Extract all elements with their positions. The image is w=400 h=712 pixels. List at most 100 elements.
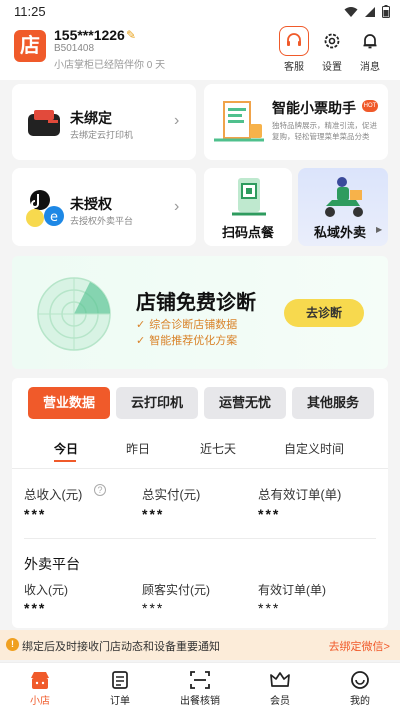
- scan-order-card[interactable]: 扫码点餐: [204, 168, 292, 246]
- store-days-text: 小店掌柜已经陪伴你 0 天: [54, 60, 166, 71]
- crown-icon: [250, 668, 310, 692]
- diagnosis-banner[interactable]: 店铺免费诊断 ✓ 综合诊断店铺数据 ✓ 智能推荐优化方案 去诊断: [12, 256, 388, 369]
- status-icons: [344, 5, 390, 18]
- nav-shop[interactable]: 小店: [10, 668, 70, 707]
- gear-icon: [317, 26, 347, 56]
- messages-button[interactable]: 消息: [350, 26, 390, 73]
- diagnosis-line-2-text: 智能推荐优化方案: [149, 335, 238, 347]
- receipt-illustration-icon: [214, 101, 264, 142]
- signal-icon: [365, 6, 375, 17]
- diagnosis-line-2: ✓ 智能推荐优化方案: [136, 332, 237, 348]
- tab-operations[interactable]: 运营无忧: [204, 387, 286, 419]
- delivery-scooter-icon: [325, 177, 363, 217]
- metric-total-income-label: 总收入(元): [24, 488, 83, 502]
- nav-shop-label: 小店: [30, 696, 50, 707]
- metric-total-paid-label: 总实付(元): [142, 488, 201, 502]
- platform-income-value: ***: [24, 600, 47, 616]
- business-data-card: 营业数据 云打印机 运营无忧 其他服务 今日 昨日 近七天 自定义时间 总收入(…: [12, 378, 388, 628]
- metric-total-paid-value: ***: [142, 506, 165, 522]
- store-name: 155***1226: [54, 27, 125, 43]
- platform-paid-label: 顾客实付(元): [142, 583, 210, 597]
- diagnose-button[interactable]: 去诊断: [284, 299, 364, 327]
- radar-icon: [37, 277, 111, 351]
- bottom-nav: 小店 订单 出餐核销 会员 我的: [0, 662, 400, 712]
- messages-label: 消息: [360, 62, 380, 73]
- divider: [24, 538, 376, 539]
- settings-label: 设置: [322, 62, 342, 73]
- printer-icon: [28, 110, 60, 136]
- printer-sub: 去绑定云打印机: [70, 130, 134, 140]
- private-delivery-title: 私域外卖: [313, 225, 366, 240]
- diagnosis-line-1: ✓ 综合诊断店铺数据: [136, 316, 237, 332]
- headset-icon: [279, 26, 309, 56]
- wifi-icon: [344, 6, 358, 17]
- diagnosis-line-1-text: 综合诊断店铺数据: [149, 319, 238, 331]
- platform-orders-label: 有效订单(单): [258, 583, 326, 597]
- metric-total-orders-label: 总有效订单(单): [258, 488, 342, 502]
- divider: [12, 468, 388, 469]
- receipt-assistant-title: 智能小票助手: [272, 100, 356, 116]
- qr-code-icon: [232, 178, 266, 216]
- nav-verify[interactable]: 出餐核销: [170, 668, 230, 707]
- chevron-right-icon: ›: [174, 198, 180, 215]
- tab-business-data[interactable]: 营业数据: [28, 387, 110, 419]
- nav-orders-label: 订单: [110, 696, 130, 707]
- help-icon[interactable]: ?: [94, 484, 106, 496]
- nav-verify-label: 出餐核销: [180, 696, 220, 707]
- tab-cloud-printer[interactable]: 云打印机: [116, 387, 198, 419]
- platform-income-label: 收入(元): [24, 583, 68, 597]
- platform-status: 未授权: [70, 196, 112, 212]
- play-arrow-icon: ▶: [376, 225, 383, 234]
- hot-badge: HOT: [362, 100, 378, 112]
- orders-icon: [90, 668, 150, 692]
- scan-order-title: 扫码点餐: [221, 225, 274, 240]
- nav-mine[interactable]: 我的: [330, 668, 390, 707]
- notice-text: 绑定后及时接收门店动态和设备重要通知: [22, 641, 220, 653]
- platform-orders-value: ***: [258, 600, 281, 616]
- status-time: 11:25: [14, 4, 46, 19]
- tab-other-services[interactable]: 其他服务: [292, 387, 374, 419]
- subtab-custom-time[interactable]: 自定义时间: [284, 440, 344, 457]
- store-id: B501408: [54, 43, 95, 54]
- profile-icon: [330, 668, 390, 692]
- nav-members-label: 会员: [270, 696, 290, 707]
- scan-icon: [170, 668, 230, 692]
- platform-sub: 去授权外卖平台: [70, 216, 134, 226]
- status-bar: 11:25: [0, 0, 400, 24]
- edit-icon[interactable]: ✎: [126, 28, 136, 42]
- platform-apps-icon: e: [26, 190, 64, 227]
- bell-icon: [355, 26, 385, 56]
- subtab-today[interactable]: 今日: [54, 440, 78, 457]
- chevron-right-icon: ›: [174, 112, 180, 129]
- settings-button[interactable]: 设置: [312, 26, 352, 73]
- svg-text:e: e: [50, 210, 58, 225]
- store-header: 店 155***1226 ✎ B501408 小店掌柜已经陪伴你 0 天 客服 …: [0, 24, 400, 80]
- printer-card[interactable]: 未绑定 去绑定云打印机 ›: [12, 84, 196, 160]
- platform-paid-value: ***: [142, 600, 165, 616]
- battery-icon: [382, 5, 390, 18]
- nav-mine-label: 我的: [350, 696, 370, 707]
- diagnosis-title: 店铺免费诊断: [136, 292, 256, 314]
- nav-orders[interactable]: 订单: [90, 668, 150, 707]
- nav-members[interactable]: 会员: [250, 668, 310, 707]
- customer-service-button[interactable]: 客服: [274, 26, 314, 73]
- warning-icon: !: [6, 638, 19, 651]
- store-logo[interactable]: 店: [14, 30, 46, 62]
- platform-section-title: 外卖平台: [24, 556, 80, 572]
- subtab-underline: [54, 460, 76, 462]
- printer-status: 未绑定: [70, 110, 112, 126]
- receipt-assistant-sub: 独特品牌展示，精准引流，促进复购，轻松管理菜单菜品分类: [272, 121, 377, 141]
- check-circle-icon: ✓: [136, 318, 146, 331]
- platform-card[interactable]: e 未授权 去授权外卖平台 ›: [12, 168, 196, 246]
- receipt-assistant-card[interactable]: 智能小票助手 HOT 独特品牌展示，精准引流，促进复购，轻松管理菜单菜品分类: [204, 84, 388, 160]
- shop-icon: [10, 668, 70, 692]
- notice-bar[interactable]: ! 绑定后及时接收门店动态和设备重要通知 去绑定微信>: [0, 630, 400, 660]
- bind-wechat-link[interactable]: 去绑定微信>: [329, 638, 390, 654]
- customer-service-label: 客服: [284, 62, 304, 73]
- subtab-yesterday[interactable]: 昨日: [126, 440, 150, 457]
- check-circle-icon: ✓: [136, 334, 146, 347]
- metric-total-income-value: ***: [24, 506, 47, 522]
- private-delivery-card[interactable]: 私域外卖 ▶: [298, 168, 388, 246]
- subtab-last-seven-days[interactable]: 近七天: [200, 440, 236, 457]
- metric-total-orders-value: ***: [258, 506, 281, 522]
